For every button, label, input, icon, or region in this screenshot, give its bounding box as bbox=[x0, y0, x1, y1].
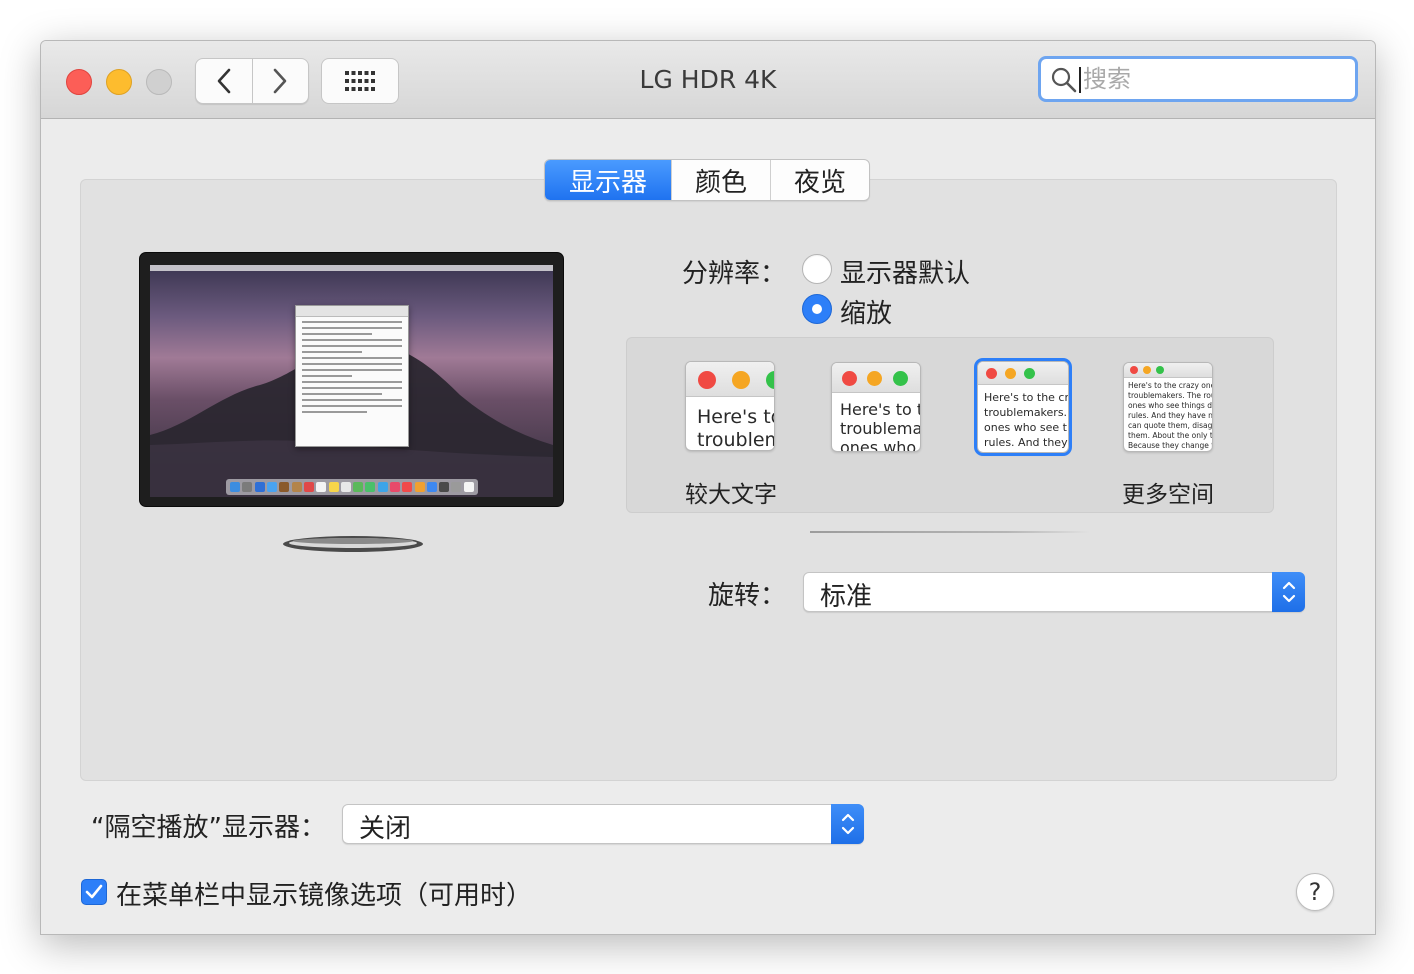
larger-text-label: 较大文字 bbox=[685, 482, 777, 508]
scale-preview-text: Here's to troublem bbox=[697, 406, 775, 451]
airplay-display-label: “隔空播放”显示器： bbox=[91, 813, 326, 843]
more-space-label: 更多空间 bbox=[1122, 482, 1214, 508]
scale-preview-text: Here's to t troublema ones who bbox=[840, 400, 921, 452]
tab-display[interactable]: 显示器 bbox=[545, 160, 671, 200]
scale-preview-text: Here's to the crazy one troublemakers. T… bbox=[1128, 381, 1213, 450]
mini-menu-bar bbox=[150, 265, 553, 271]
popup-arrows-icon bbox=[1272, 572, 1305, 612]
search-field[interactable] bbox=[1038, 56, 1358, 102]
scale-preview-text: Here's to the cr troublemakers. ones who… bbox=[984, 391, 1069, 449]
airplay-value: 关闭 bbox=[359, 814, 412, 844]
monitor-stand bbox=[283, 536, 423, 552]
help-button[interactable]: ? bbox=[1296, 873, 1334, 911]
scale-option-larger-text[interactable]: Here's to troublem bbox=[685, 361, 775, 451]
radio-scaled-label[interactable]: 缩放 bbox=[840, 293, 892, 330]
scale-option-3-selected[interactable]: Here's to the cr troublemakers. ones who… bbox=[977, 361, 1069, 453]
popup-arrows-icon bbox=[831, 804, 864, 844]
mirroring-label[interactable]: 在菜单栏中显示镜像选项（可用时） bbox=[116, 875, 532, 912]
text-cursor bbox=[1079, 67, 1081, 93]
mirroring-checkbox[interactable] bbox=[81, 879, 107, 905]
monitor-image bbox=[140, 253, 563, 506]
scale-option-2[interactable]: Here's to t troublema ones who bbox=[831, 362, 921, 452]
scale-track-line bbox=[810, 531, 1090, 533]
tab-bar: 显示器 颜色 夜览 bbox=[544, 159, 870, 201]
radio-default-label[interactable]: 显示器默认 bbox=[840, 253, 970, 290]
rotation-popup[interactable]: 标准 bbox=[803, 572, 1305, 612]
airplay-display-popup[interactable]: 关闭 bbox=[342, 804, 864, 844]
checkmark-icon bbox=[85, 884, 103, 899]
tab-night-shift[interactable]: 夜览 bbox=[770, 160, 869, 200]
scale-option-more-space[interactable]: Here's to the crazy one troublemakers. T… bbox=[1123, 362, 1213, 452]
radio-default-for-display[interactable] bbox=[802, 254, 832, 284]
mini-dock bbox=[226, 479, 478, 495]
mini-text-window bbox=[295, 305, 409, 447]
tab-color[interactable]: 颜色 bbox=[671, 160, 770, 200]
rotation-label: 旋转： bbox=[708, 581, 787, 611]
system-preferences-window: LG HDR 4K 显示器 颜色 夜览 bbox=[40, 40, 1376, 935]
search-input[interactable] bbox=[1083, 63, 1343, 95]
radio-scaled[interactable] bbox=[802, 294, 832, 324]
rotation-value: 标准 bbox=[820, 582, 873, 612]
monitor-screen bbox=[150, 265, 553, 497]
title-bar: LG HDR 4K bbox=[41, 41, 1375, 119]
resolution-label: 分辨率： bbox=[682, 259, 787, 289]
search-icon bbox=[1051, 67, 1077, 93]
